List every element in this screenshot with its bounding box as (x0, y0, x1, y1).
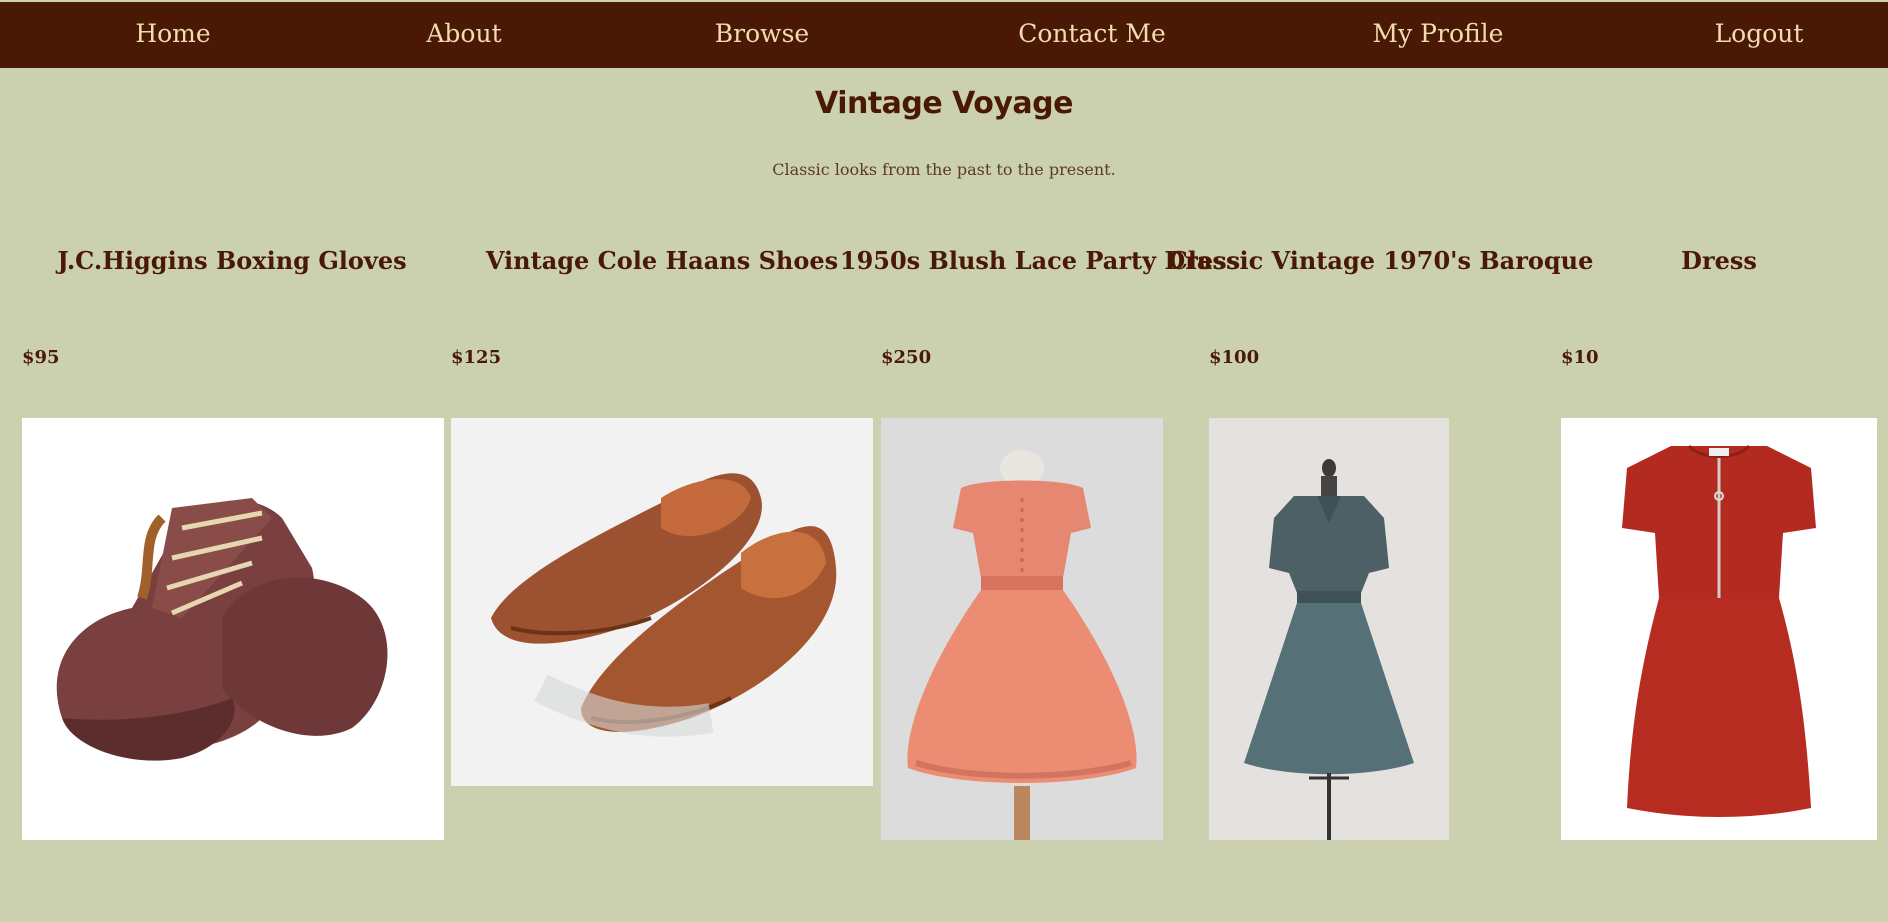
product-title: Dress (1681, 246, 1757, 275)
leather-loafers-image[interactable] (451, 418, 873, 786)
nav-home-link[interactable]: Home (135, 2, 210, 68)
product-title: J.C.Higgins Boxing Gloves (57, 246, 407, 275)
product-price: $95 (22, 347, 60, 368)
nav-profile-link[interactable]: My Profile (1373, 2, 1504, 68)
product-price: $125 (451, 347, 502, 368)
product-title: Classic Vintage 1970's Baroque (1168, 246, 1594, 275)
nav-logout-link[interactable]: Logout (1715, 2, 1804, 68)
blush-lace-dress-image[interactable] (881, 418, 1163, 840)
product-price: $250 (881, 347, 932, 368)
nav-contact-link[interactable]: Contact Me (1018, 2, 1166, 68)
nav-about-link[interactable]: About (426, 2, 501, 68)
blue-shirt-dress-image[interactable] (1209, 418, 1449, 840)
site-tagline: Classic looks from the past to the prese… (772, 160, 1116, 179)
boxing-gloves-image[interactable] (22, 418, 444, 840)
site-title: Vintage Voyage (815, 86, 1074, 121)
product-title: Vintage Cole Haans Shoes (485, 246, 839, 275)
product-price: $100 (1209, 347, 1260, 368)
red-zip-dress-image[interactable] (1561, 418, 1877, 840)
top-nav: Home About Browse Contact Me My Profile … (0, 2, 1888, 68)
product-price: $10 (1561, 347, 1599, 368)
nav-browse-link[interactable]: Browse (715, 2, 809, 68)
